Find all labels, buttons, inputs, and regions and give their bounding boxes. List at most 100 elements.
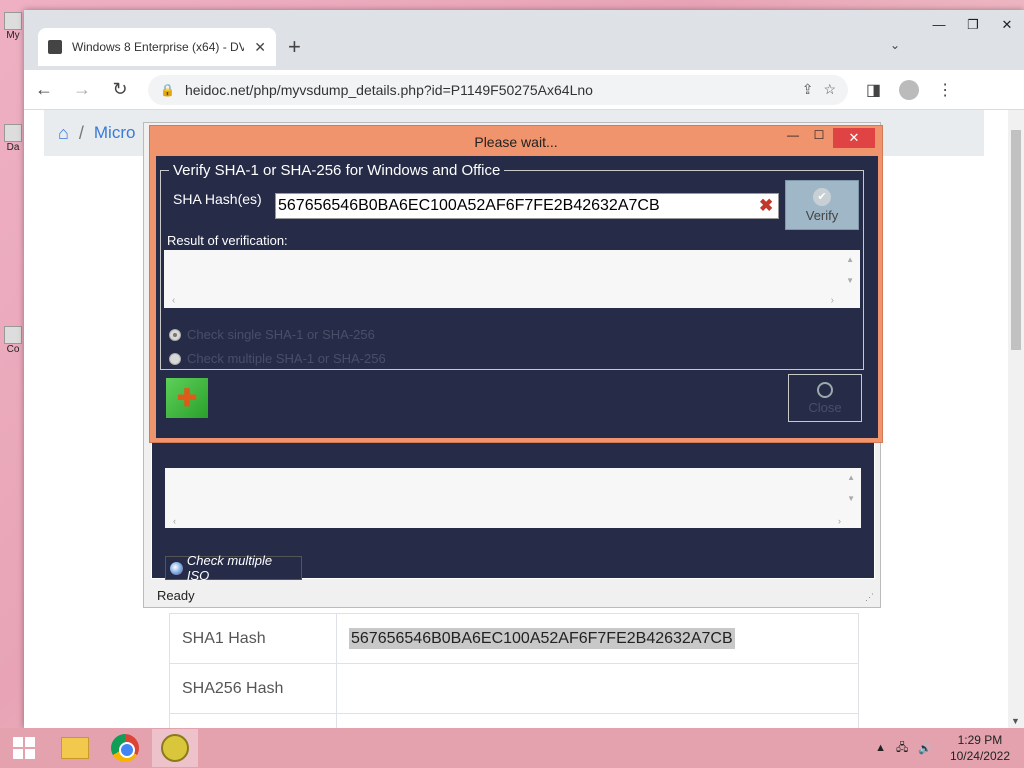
details-table: SHA1 Hash 567656546B0BA6EC100A52AF6F7FE2… bbox=[169, 613, 859, 728]
taskbar-iso-checker[interactable] bbox=[152, 729, 198, 767]
browser-toolbar: ← → ↻ 🔒 heidoc.net/php/myvsdump_details.… bbox=[24, 70, 1024, 110]
clock-time: 1:29 PM bbox=[957, 733, 1003, 747]
desktop-icon-my-computer[interactable]: My bbox=[2, 12, 24, 41]
home-icon[interactable]: ⌂ bbox=[58, 123, 69, 144]
table-key bbox=[169, 713, 337, 728]
globe-icon bbox=[170, 561, 183, 575]
chevron-down-icon[interactable]: ⌄ bbox=[890, 38, 900, 52]
back-icon[interactable]: ← bbox=[34, 79, 54, 100]
scroll-left-icon[interactable]: ‹ bbox=[173, 516, 176, 526]
status-bar: Ready ⋰ bbox=[144, 583, 880, 607]
dialog-body: Verify SHA-1 or SHA-256 for Windows and … bbox=[156, 156, 878, 438]
start-button[interactable] bbox=[0, 728, 48, 768]
chrome-icon bbox=[111, 734, 139, 762]
clock[interactable]: 1:29 PM 10/24/2022 bbox=[950, 732, 1010, 764]
browser-tab[interactable]: Windows 8 Enterprise (x64) - DVD ✕ bbox=[38, 28, 276, 66]
volume-icon[interactable]: 🔊 bbox=[918, 742, 932, 755]
scroll-right-icon[interactable]: › bbox=[838, 516, 841, 526]
sha1-hash-value: 567656546B0BA6EC100A52AF6F7FE2B42632A7CB bbox=[349, 627, 735, 649]
avatar[interactable] bbox=[899, 79, 920, 100]
windows-icon bbox=[13, 737, 35, 759]
breadcrumb-separator: / bbox=[78, 122, 84, 143]
system-tray: ▲ 🖧 🔊 1:29 PM 10/24/2022 bbox=[875, 728, 1010, 768]
radio-label: Check single SHA-1 or SHA-256 bbox=[187, 327, 375, 342]
table-row bbox=[169, 713, 859, 728]
desktop-icon-label: Da bbox=[6, 142, 20, 153]
minimize-icon[interactable]: — bbox=[780, 128, 806, 150]
verify-label: Verify bbox=[805, 207, 839, 223]
power-icon bbox=[817, 381, 833, 398]
group-title: Verify SHA-1 or SHA-256 for Windows and … bbox=[169, 162, 505, 179]
verify-group: Verify SHA-1 or SHA-256 for Windows and … bbox=[160, 162, 864, 370]
close-button[interactable]: Close bbox=[788, 374, 862, 422]
disc-icon bbox=[161, 734, 189, 762]
scroll-up-icon[interactable]: ▲ bbox=[847, 473, 855, 482]
result-textbox[interactable]: ▲ ▼ ‹ › bbox=[164, 250, 860, 308]
control-panel-icon bbox=[4, 326, 22, 344]
sidepanel-icon[interactable]: ◨ bbox=[866, 80, 881, 100]
desktop-icon-label: My bbox=[6, 30, 20, 41]
close-window-icon[interactable]: ✕ bbox=[990, 10, 1024, 40]
hash-label: SHA Hash(es) bbox=[173, 191, 262, 207]
app-result-box: ‹ › ▲ ▼ bbox=[165, 468, 861, 528]
table-value bbox=[336, 713, 859, 728]
radio-check-single[interactable]: Check single SHA-1 or SHA-256 bbox=[169, 327, 375, 342]
tab-strip: Windows 8 Enterprise (x64) - DVD ✕ + ⌄ —… bbox=[24, 10, 1024, 70]
desktop-icon-control[interactable]: Co bbox=[2, 326, 24, 355]
scroll-down-icon[interactable]: ▼ bbox=[847, 494, 855, 503]
scroll-up-icon[interactable]: ▲ bbox=[846, 255, 854, 264]
menu-icon[interactable]: ⋮ bbox=[937, 80, 953, 100]
star-icon[interactable]: ☆ bbox=[823, 81, 836, 98]
dialog-title: Please wait... bbox=[474, 134, 558, 150]
scroll-thumb[interactable] bbox=[1011, 130, 1021, 350]
computer-icon bbox=[4, 12, 22, 30]
page-scrollbar[interactable]: ▼ bbox=[1008, 110, 1024, 728]
breadcrumb-link[interactable]: Micro bbox=[94, 123, 136, 143]
scroll-right-icon[interactable]: › bbox=[831, 295, 834, 306]
close-icon[interactable]: ✕ bbox=[833, 128, 875, 148]
hash-input[interactable] bbox=[275, 193, 779, 219]
close-tab-icon[interactable]: ✕ bbox=[254, 39, 266, 56]
app-icon bbox=[4, 124, 22, 142]
verify-dialog: Please wait... — ☐ ✕ Verify SHA-1 or SHA… bbox=[149, 125, 883, 443]
chevron-up-icon[interactable]: ▲ bbox=[875, 742, 886, 754]
radio-label: Check multiple SHA-1 or SHA-256 bbox=[187, 351, 386, 366]
lock-icon[interactable]: 🔒 bbox=[160, 83, 175, 97]
restore-icon[interactable]: ❐ bbox=[956, 10, 990, 40]
radio-check-multiple[interactable]: Check multiple SHA-1 or SHA-256 bbox=[169, 351, 386, 366]
scroll-down-icon[interactable]: ▼ bbox=[846, 276, 854, 285]
reload-icon[interactable]: ↻ bbox=[110, 79, 130, 100]
folder-icon bbox=[61, 737, 89, 759]
taskbar-file-explorer[interactable] bbox=[52, 729, 98, 767]
share-icon[interactable]: ⇪ bbox=[802, 81, 814, 98]
table-row: SHA1 Hash 567656546B0BA6EC100A52AF6F7FE2… bbox=[169, 613, 859, 664]
radio-dot bbox=[169, 328, 181, 341]
check-multiple-iso-button[interactable]: Check multiple ISO bbox=[165, 553, 302, 583]
table-key: SHA256 Hash bbox=[169, 663, 337, 714]
close-label: Close bbox=[808, 399, 842, 415]
check-multiple-iso-label: Check multiple ISO bbox=[186, 553, 273, 583]
maximize-icon[interactable]: ☐ bbox=[806, 128, 832, 150]
result-label: Result of verification: bbox=[167, 233, 288, 248]
desktop-icon-label: Co bbox=[6, 344, 20, 355]
dialog-titlebar: Please wait... — ☐ ✕ bbox=[150, 126, 882, 156]
verify-button[interactable]: ✔ Verify bbox=[785, 180, 859, 230]
radio-dot bbox=[169, 352, 181, 365]
clear-icon[interactable]: ✖ bbox=[759, 196, 773, 216]
tools-button[interactable]: ✚ bbox=[166, 378, 208, 418]
scroll-down-icon[interactable]: ▼ bbox=[1011, 716, 1020, 726]
address-bar[interactable]: 🔒 heidoc.net/php/myvsdump_details.php?id… bbox=[148, 74, 848, 105]
new-tab-icon[interactable]: + bbox=[288, 34, 301, 60]
tab-title: Windows 8 Enterprise (x64) - DVD bbox=[72, 40, 245, 54]
network-icon[interactable]: 🖧 bbox=[896, 739, 908, 758]
scroll-left-icon[interactable]: ‹ bbox=[172, 295, 175, 306]
resize-grip-icon[interactable]: ⋰ bbox=[865, 592, 874, 603]
horizontal-scrollbar[interactable]: ‹ › bbox=[165, 516, 861, 528]
forward-icon[interactable]: → bbox=[72, 79, 92, 100]
desktop-icon-data[interactable]: Da bbox=[2, 124, 24, 153]
check-icon: ✔ bbox=[813, 187, 831, 206]
tools-icon: ✚ bbox=[176, 384, 198, 412]
status-text: Ready bbox=[157, 587, 195, 603]
minimize-icon[interactable]: — bbox=[922, 10, 956, 40]
taskbar-chrome[interactable] bbox=[102, 729, 148, 767]
